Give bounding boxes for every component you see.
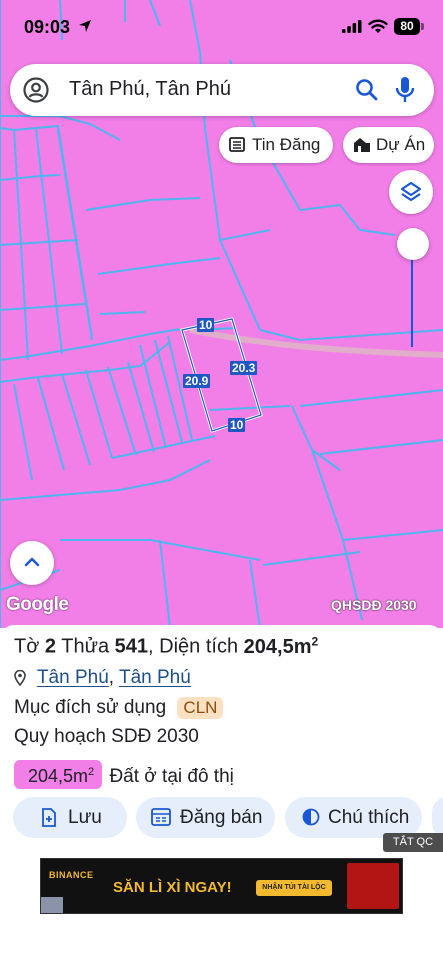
- wifi-icon: [368, 19, 388, 33]
- google-logo: Google: [6, 594, 69, 615]
- status-time: 09:03: [24, 17, 71, 37]
- ad-image: [347, 863, 399, 909]
- chip-listings[interactable]: Tin Đăng: [219, 127, 333, 163]
- ad-cta-button[interactable]: NHẬN TÚI TÀI LỘC: [256, 880, 332, 896]
- location-pin-icon: [14, 669, 26, 686]
- save-button[interactable]: Lưu: [13, 797, 127, 838]
- search-bar[interactable]: Tân Phú, Tân Phú: [10, 64, 434, 116]
- parcel-title: Tờ 2 Thửa 541, Diện tích 204,5m2: [14, 634, 319, 658]
- ad-banner[interactable]: BINANCE SĂN LÌ XÌ NGAY! NHẬN TÚI TÀI LỘC: [40, 858, 403, 914]
- opacity-slider-track[interactable]: [411, 245, 413, 347]
- opacity-slider-thumb[interactable]: [397, 228, 429, 260]
- ad-info-icon[interactable]: [41, 897, 63, 913]
- chevron-up-icon: [24, 557, 40, 567]
- hide-ads-button[interactable]: TẮT QC: [383, 833, 443, 852]
- contrast-icon: [302, 808, 320, 826]
- dimension-bottom-label: 10: [228, 418, 246, 432]
- planning-title: Quy hoạch SDĐ 2030: [14, 726, 199, 747]
- bookmark-add-icon: [42, 808, 56, 827]
- expand-panel-button[interactable]: [10, 541, 54, 585]
- chip-projects[interactable]: Dự Án: [343, 127, 434, 163]
- ad-brand: BINANCE: [49, 870, 94, 880]
- search-icon[interactable]: [354, 77, 380, 103]
- map-view[interactable]: 10 20.9 20.3 10 09:03 80 Tân Phú, Tân Ph…: [0, 0, 443, 628]
- list-icon: [229, 137, 245, 152]
- more-actions-button[interactable]: [432, 797, 443, 838]
- legend-button[interactable]: Chú thích: [285, 797, 422, 838]
- building-icon: [354, 138, 370, 152]
- cellular-signal-icon: [342, 20, 362, 33]
- parcel-location: Tân Phú, Tân Phú: [14, 667, 191, 689]
- layers-button[interactable]: [389, 170, 433, 214]
- parcel-info-panel: Tờ 2 Thửa 541, Diện tích 204,5m2 Tân Phú…: [0, 625, 443, 960]
- land-use-code-badge: CLN: [177, 697, 224, 719]
- microphone-icon[interactable]: [395, 76, 415, 104]
- land-use-purpose: Mục đích sử dụng CLN: [14, 697, 224, 719]
- dimension-right-label: 20.3: [230, 361, 258, 375]
- ward-link[interactable]: Tân Phú: [37, 667, 109, 688]
- battery-indicator: 80: [394, 18, 424, 35]
- dimension-top-label: 10: [197, 318, 215, 332]
- planning-area-row: 204,5m2 Đất ở tại đô thị: [14, 760, 234, 789]
- listing-icon: [151, 808, 171, 826]
- post-for-sale-button[interactable]: Đăng bán: [136, 797, 275, 838]
- district-link[interactable]: Tân Phú: [119, 667, 191, 688]
- map-layer-code: QHSDĐ 2030: [331, 597, 417, 613]
- planning-area-badge: 204,5m2: [14, 760, 103, 789]
- status-bar: 09:03 80: [0, 0, 443, 52]
- location-arrow-icon: [79, 20, 91, 32]
- account-icon[interactable]: [23, 77, 49, 103]
- planning-use-label: Đất ở tại đô thị: [109, 766, 234, 787]
- ad-headline: SĂN LÌ XÌ NGAY!: [113, 879, 232, 896]
- chip-projects-label: Dự Án: [376, 135, 426, 154]
- chip-listings-label: Tin Đăng: [252, 135, 321, 154]
- layers-icon: [400, 181, 422, 202]
- dimension-left-label: 20.9: [183, 374, 211, 388]
- search-input[interactable]: Tân Phú, Tân Phú: [69, 78, 231, 101]
